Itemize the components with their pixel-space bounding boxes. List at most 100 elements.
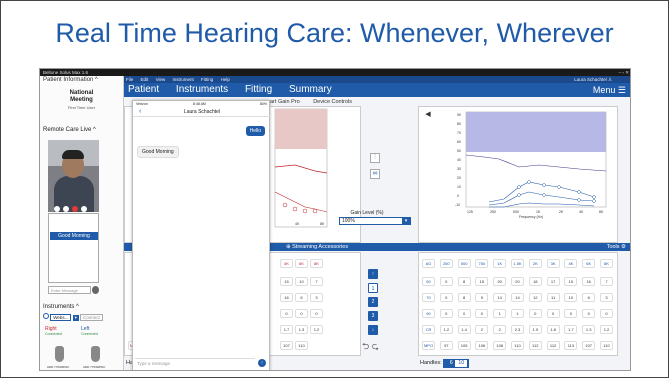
table-cell[interactable]: 1.8 [546, 325, 560, 334]
menu-instrument[interactable]: Instrument [173, 77, 194, 82]
table-cell[interactable]: 16 [280, 293, 293, 302]
menu-fitting[interactable]: Fitting [201, 77, 213, 82]
menu-file[interactable]: File [126, 77, 133, 82]
table-cell[interactable]: 110 [600, 341, 613, 350]
table-cell[interactable]: 0 [280, 309, 293, 318]
undo-redo-icon[interactable]: ⮌ ⮎ [362, 339, 379, 355]
table-cell[interactable]: 0 [310, 309, 323, 318]
table-cell[interactable]: 9 [475, 293, 489, 302]
table-cell[interactable]: 108 [493, 341, 507, 350]
table-cell[interactable]: 0 [295, 309, 308, 318]
equalizer-icon[interactable]: ⫶ [370, 153, 380, 163]
table-cell[interactable]: 1.2 [439, 325, 453, 334]
table-cell[interactable]: 8 [457, 293, 471, 302]
send-icon[interactable]: ↑ [258, 359, 266, 367]
table-cell[interactable]: 110 [295, 341, 308, 350]
table-cell[interactable]: 1 [511, 309, 524, 318]
table-cell[interactable]: 0 [439, 309, 453, 318]
table-cell[interactable]: 16 [582, 277, 596, 286]
table-cell[interactable]: 20 [511, 277, 524, 286]
table-cell[interactable]: 107 [280, 341, 293, 350]
info-icon[interactable] [43, 313, 49, 319]
window-controls[interactable]: – ▫ ✕ [619, 69, 629, 76]
message-input[interactable]: Enter Message [48, 286, 91, 294]
table-cell[interactable]: 106 [475, 341, 489, 350]
table-cell[interactable]: 0 [564, 309, 578, 318]
menu-help[interactable]: Help [221, 77, 230, 82]
table-cell[interactable]: 0 [439, 293, 453, 302]
table-cell[interactable]: 1.3 [295, 325, 308, 334]
send-icon[interactable] [92, 286, 99, 294]
phone-message-input[interactable]: Type a message [135, 358, 255, 367]
table-cell[interactable]: 1.7 [564, 325, 578, 334]
link-icon[interactable]: ∞ [370, 169, 380, 179]
table-cell[interactable]: 105 [457, 341, 471, 350]
table-cell[interactable]: 1.7 [280, 325, 293, 334]
table-cell[interactable]: 3 [310, 293, 323, 302]
tab-instruments[interactable]: Instruments [176, 83, 228, 97]
table-cell[interactable]: 10 [295, 277, 308, 286]
table-cell[interactable]: 8 [457, 277, 471, 286]
table-cell[interactable]: 1.3 [582, 325, 596, 334]
table-cell[interactable]: 0 [475, 309, 489, 318]
channel-3[interactable]: 3 [368, 311, 378, 321]
table-cell[interactable]: 2.3 [511, 325, 524, 334]
table-cell[interactable]: 0 [600, 309, 613, 318]
channel-up-icon[interactable]: ↑ [368, 269, 378, 279]
table-cell[interactable]: 15 [564, 277, 578, 286]
menu-edit[interactable]: Edit [141, 77, 149, 82]
table-cell[interactable]: 0 [528, 309, 542, 318]
table-cell[interactable]: 15 [475, 277, 489, 286]
table-cell[interactable]: 0 [439, 277, 453, 286]
tab-summary[interactable]: Summary [289, 83, 332, 97]
table-cell[interactable]: 107 [582, 341, 596, 350]
gain-level-select[interactable]: 100% ▾ [339, 217, 411, 225]
tab-fitting[interactable]: Fitting [245, 83, 272, 97]
hangup-icon[interactable] [72, 206, 78, 212]
table-cell[interactable]: 0 [582, 309, 596, 318]
table-cell[interactable]: 97 [439, 341, 453, 350]
tab-patient[interactable]: Patient [128, 83, 159, 97]
channel-1[interactable]: 1 [368, 283, 378, 293]
camera-icon[interactable] [54, 206, 60, 212]
remote-care-header[interactable]: Remote Care Live ^ [40, 126, 124, 134]
subnav-gain-pro[interactable]: art Gain Pro [270, 99, 300, 105]
table-cell[interactable]: 7 [310, 277, 323, 286]
tools-button[interactable]: Tools ⚙ [607, 243, 626, 251]
table-cell[interactable]: 15 [280, 277, 293, 286]
table-cell[interactable]: 2 [493, 325, 507, 334]
table-cell[interactable]: 14 [493, 293, 507, 302]
speaker-icon[interactable] [81, 206, 87, 212]
patient-info-header[interactable]: Patient Information ^ [40, 76, 123, 84]
table-cell[interactable]: 6 [582, 293, 596, 302]
table-cell[interactable]: 17 [546, 277, 560, 286]
table-cell[interactable]: 1.2 [600, 325, 613, 334]
table-cell[interactable]: 112 [528, 341, 542, 350]
channel-2[interactable]: 2 [368, 297, 378, 307]
channel-down-icon[interactable]: ↓ [368, 325, 378, 335]
table-cell[interactable]: 10 [564, 293, 578, 302]
chevron-down-icon[interactable]: ▾ [72, 315, 79, 321]
table-cell[interactable]: 14 [511, 293, 524, 302]
table-cell[interactable]: 3 [600, 293, 613, 302]
table-cell[interactable]: 1 [493, 309, 507, 318]
table-cell[interactable]: 110 [511, 341, 524, 350]
table-cell[interactable]: 20 [493, 277, 507, 286]
table-cell[interactable]: 1.4 [457, 325, 471, 334]
table-cell[interactable]: 2 [475, 325, 489, 334]
instrument-select[interactable]: Webs... [50, 314, 72, 321]
instruments-header[interactable]: Instruments ^ [40, 304, 124, 310]
table-cell[interactable]: 12 [528, 293, 542, 302]
menu-view[interactable]: View [156, 77, 166, 82]
table-cell[interactable]: 7 [600, 277, 613, 286]
user-name[interactable]: Laura Schachtel ♙ [574, 76, 612, 83]
back-chevron-icon[interactable]: ‹ [139, 107, 141, 117]
mic-icon[interactable] [63, 206, 69, 212]
table-cell[interactable]: 0 [457, 309, 471, 318]
menu-button[interactable]: Menu ☰ [593, 83, 626, 97]
table-cell[interactable]: 6 [295, 293, 308, 302]
handles-control[interactable]: 610 [443, 359, 470, 368]
connect-button[interactable]: Connect [79, 314, 103, 321]
table-cell[interactable]: 11 [546, 293, 560, 302]
table-cell[interactable]: 1.9 [528, 325, 542, 334]
